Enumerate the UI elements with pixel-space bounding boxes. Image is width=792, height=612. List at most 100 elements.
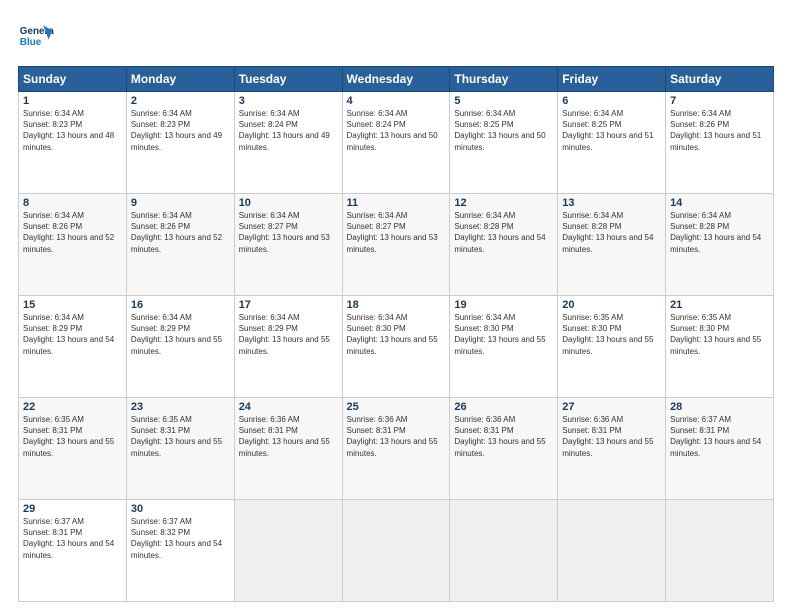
calendar-day-cell: 4Sunrise: 6:34 AMSunset: 8:24 PMDaylight… [342, 92, 450, 194]
day-number: 21 [670, 299, 769, 311]
calendar-day-cell: 13Sunrise: 6:34 AMSunset: 8:28 PMDayligh… [558, 194, 666, 296]
day-number: 8 [23, 197, 122, 209]
day-detail: Sunrise: 6:34 AMSunset: 8:24 PMDaylight:… [347, 108, 446, 153]
calendar-week-row: 1 Sunrise: 6:34 AMSunset: 8:23 PMDaylight… [19, 92, 774, 194]
calendar-day-cell: 11Sunrise: 6:34 AMSunset: 8:27 PMDayligh… [342, 194, 450, 296]
day-number: 12 [454, 197, 553, 209]
calendar-day-cell: 8Sunrise: 6:34 AMSunset: 8:26 PMDaylight… [19, 194, 127, 296]
day-detail: Sunrise: 6:34 AMSunset: 8:28 PMDaylight:… [454, 210, 553, 255]
calendar-day-cell: 22Sunrise: 6:35 AMSunset: 8:31 PMDayligh… [19, 398, 127, 500]
calendar-day-cell: 10Sunrise: 6:34 AMSunset: 8:27 PMDayligh… [234, 194, 342, 296]
day-detail: Sunrise: 6:34 AMSunset: 8:27 PMDaylight:… [239, 210, 338, 255]
day-number: 10 [239, 197, 338, 209]
calendar-day-cell: 18Sunrise: 6:34 AMSunset: 8:30 PMDayligh… [342, 296, 450, 398]
day-number: 20 [562, 299, 661, 311]
calendar-day-cell: 29Sunrise: 6:37 AMSunset: 8:31 PMDayligh… [19, 500, 127, 602]
day-detail: Sunrise: 6:34 AMSunset: 8:29 PMDaylight:… [23, 312, 122, 357]
day-number: 24 [239, 401, 338, 413]
day-detail: Sunrise: 6:34 AMSunset: 8:30 PMDaylight:… [454, 312, 553, 357]
day-detail: Sunrise: 6:37 AMSunset: 8:31 PMDaylight:… [23, 516, 122, 561]
calendar-week-row: 15Sunrise: 6:34 AMSunset: 8:29 PMDayligh… [19, 296, 774, 398]
day-detail: Sunrise: 6:34 AMSunset: 8:30 PMDaylight:… [347, 312, 446, 357]
calendar-day-cell: 12Sunrise: 6:34 AMSunset: 8:28 PMDayligh… [450, 194, 558, 296]
day-number: 29 [23, 503, 122, 515]
calendar-day-cell [234, 500, 342, 602]
calendar-day-cell: 23Sunrise: 6:35 AMSunset: 8:31 PMDayligh… [126, 398, 234, 500]
day-number: 14 [670, 197, 769, 209]
calendar-day-cell: 7Sunrise: 6:34 AMSunset: 8:26 PMDaylight… [666, 92, 774, 194]
day-detail: Sunrise: 6:37 AMSunset: 8:32 PMDaylight:… [131, 516, 230, 561]
day-detail: Sunrise: 6:36 AMSunset: 8:31 PMDaylight:… [454, 414, 553, 459]
day-number: 11 [347, 197, 446, 209]
day-number: 15 [23, 299, 122, 311]
day-detail: Sunrise: 6:35 AMSunset: 8:31 PMDaylight:… [23, 414, 122, 459]
calendar-day-cell: 9Sunrise: 6:34 AMSunset: 8:26 PMDaylight… [126, 194, 234, 296]
day-detail: Sunrise: 6:34 AMSunset: 8:25 PMDaylight:… [562, 108, 661, 153]
day-number: 27 [562, 401, 661, 413]
day-detail: Sunrise: 6:34 AMSunset: 8:24 PMDaylight:… [239, 108, 338, 153]
day-detail: Sunrise: 6:34 AMSunset: 8:26 PMDaylight:… [670, 108, 769, 153]
weekday-header-cell: Wednesday [342, 67, 450, 92]
weekday-header-cell: Saturday [666, 67, 774, 92]
day-detail: Sunrise: 6:34 AMSunset: 8:28 PMDaylight:… [670, 210, 769, 255]
calendar-day-cell [450, 500, 558, 602]
day-detail: Sunrise: 6:37 AMSunset: 8:31 PMDaylight:… [670, 414, 769, 459]
day-number: 4 [347, 95, 446, 107]
day-detail: Sunrise: 6:35 AMSunset: 8:30 PMDaylight:… [562, 312, 661, 357]
calendar-day-cell: 20Sunrise: 6:35 AMSunset: 8:30 PMDayligh… [558, 296, 666, 398]
calendar-day-cell: 30Sunrise: 6:37 AMSunset: 8:32 PMDayligh… [126, 500, 234, 602]
day-detail: Sunrise: 6:36 AMSunset: 8:31 PMDaylight:… [347, 414, 446, 459]
day-number: 25 [347, 401, 446, 413]
weekday-header-cell: Sunday [19, 67, 127, 92]
calendar-week-row: 22Sunrise: 6:35 AMSunset: 8:31 PMDayligh… [19, 398, 774, 500]
calendar-day-cell: 16Sunrise: 6:34 AMSunset: 8:29 PMDayligh… [126, 296, 234, 398]
calendar-day-cell: 14Sunrise: 6:34 AMSunset: 8:28 PMDayligh… [666, 194, 774, 296]
weekday-header-row: SundayMondayTuesdayWednesdayThursdayFrid… [19, 67, 774, 92]
day-number: 30 [131, 503, 230, 515]
calendar-day-cell: 21Sunrise: 6:35 AMSunset: 8:30 PMDayligh… [666, 296, 774, 398]
day-detail: Sunrise: 6:34 AMSunset: 8:26 PMDaylight:… [131, 210, 230, 255]
logo-icon: General Blue [18, 18, 54, 54]
day-number: 28 [670, 401, 769, 413]
calendar-day-cell: 3Sunrise: 6:34 AMSunset: 8:24 PMDaylight… [234, 92, 342, 194]
day-detail: Sunrise: 6:36 AMSunset: 8:31 PMDaylight:… [562, 414, 661, 459]
calendar-week-row: 29Sunrise: 6:37 AMSunset: 8:31 PMDayligh… [19, 500, 774, 602]
calendar-day-cell: 15Sunrise: 6:34 AMSunset: 8:29 PMDayligh… [19, 296, 127, 398]
day-number: 7 [670, 95, 769, 107]
calendar-day-cell [342, 500, 450, 602]
calendar-day-cell: 25Sunrise: 6:36 AMSunset: 8:31 PMDayligh… [342, 398, 450, 500]
day-detail: Sunrise: 6:35 AMSunset: 8:30 PMDaylight:… [670, 312, 769, 357]
day-number: 1 [23, 95, 122, 107]
logo: General Blue [18, 18, 54, 54]
day-detail: Sunrise: 6:36 AMSunset: 8:31 PMDaylight:… [239, 414, 338, 459]
day-detail: Sunrise: 6:34 AMSunset: 8:28 PMDaylight:… [562, 210, 661, 255]
day-number: 23 [131, 401, 230, 413]
day-number: 13 [562, 197, 661, 209]
day-detail: Sunrise: 6:34 AMSunset: 8:25 PMDaylight:… [454, 108, 553, 153]
day-number: 17 [239, 299, 338, 311]
day-detail: Sunrise: 6:34 AMSunset: 8:29 PMDaylight:… [131, 312, 230, 357]
day-detail: Sunrise: 6:34 AMSunset: 8:29 PMDaylight:… [239, 312, 338, 357]
day-number: 5 [454, 95, 553, 107]
day-number: 18 [347, 299, 446, 311]
weekday-header-cell: Tuesday [234, 67, 342, 92]
calendar-week-row: 8Sunrise: 6:34 AMSunset: 8:26 PMDaylight… [19, 194, 774, 296]
calendar-day-cell [666, 500, 774, 602]
day-detail: Sunrise: 6:34 AMSunset: 8:26 PMDaylight:… [23, 210, 122, 255]
calendar-day-cell: 2Sunrise: 6:34 AMSunset: 8:23 PMDaylight… [126, 92, 234, 194]
day-detail: Sunrise: 6:34 AMSunset: 8:23 PMDaylight:… [131, 108, 230, 153]
weekday-header-cell: Friday [558, 67, 666, 92]
calendar: SundayMondayTuesdayWednesdayThursdayFrid… [18, 66, 774, 602]
day-number: 6 [562, 95, 661, 107]
day-number: 19 [454, 299, 553, 311]
header: General Blue [18, 18, 774, 54]
day-number: 22 [23, 401, 122, 413]
calendar-day-cell: 28Sunrise: 6:37 AMSunset: 8:31 PMDayligh… [666, 398, 774, 500]
svg-text:Blue: Blue [20, 37, 42, 48]
calendar-day-cell: 27Sunrise: 6:36 AMSunset: 8:31 PMDayligh… [558, 398, 666, 500]
day-number: 3 [239, 95, 338, 107]
day-number: 26 [454, 401, 553, 413]
calendar-day-cell: 5Sunrise: 6:34 AMSunset: 8:25 PMDaylight… [450, 92, 558, 194]
weekday-header-cell: Thursday [450, 67, 558, 92]
day-detail: Sunrise: 6:34 AMSunset: 8:27 PMDaylight:… [347, 210, 446, 255]
